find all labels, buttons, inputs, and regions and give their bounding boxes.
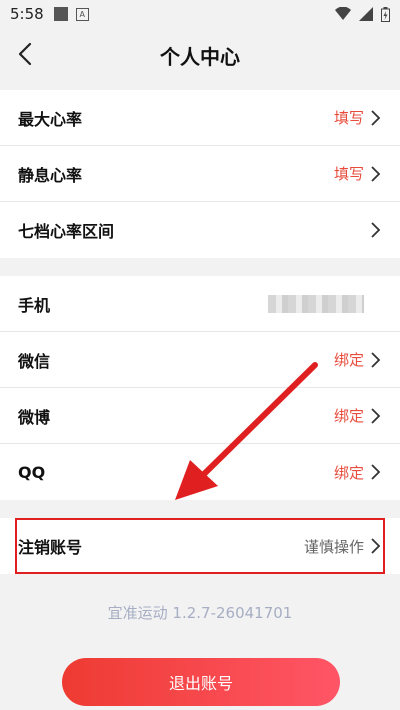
notification-icon <box>53 7 68 21</box>
app-notification-icon: A <box>75 7 89 21</box>
chevron-right-icon <box>371 538 381 554</box>
row-value: 谨慎操作 <box>303 537 364 556</box>
annotation-arrow-icon <box>175 362 318 500</box>
signal-icon <box>359 7 373 21</box>
row-value: 填写 <box>333 165 364 183</box>
page-title: 个人中心 <box>160 44 240 69</box>
row-max-heart-rate[interactable]: 最大心率 填写 <box>0 90 400 146</box>
row-label: 七档心率区间 <box>18 222 115 241</box>
row-value: 绑定 <box>333 463 364 482</box>
cancel-account-group: 注销账号 谨慎操作 <box>0 518 400 574</box>
status-time: 5:58 <box>10 5 44 23</box>
app-version: 宜准运动 1.2.7-26041701 <box>107 604 293 622</box>
row-heart-rate-zones[interactable]: 七档心率区间 <box>0 202 400 258</box>
chevron-right-icon <box>371 109 381 126</box>
row-value: 绑定 <box>333 407 364 425</box>
status-bar: 5:58 A <box>0 0 400 28</box>
phone-number-redacted <box>268 294 364 313</box>
row-label: 微博 <box>18 407 51 427</box>
chevron-right-icon <box>371 351 381 368</box>
heart-rate-group: 最大心率 填写 静息心率 填写 七档心率区间 <box>0 90 400 258</box>
chevron-right-icon <box>371 222 381 238</box>
row-phone[interactable]: 手机 <box>0 276 400 332</box>
row-label: 微信 <box>18 351 51 371</box>
wifi-icon <box>335 7 351 20</box>
row-label: 静息心率 <box>18 165 83 185</box>
row-label: QQ <box>18 462 46 482</box>
chevron-right-icon <box>371 464 381 480</box>
row-value: 填写 <box>333 109 364 127</box>
back-arrow-icon[interactable] <box>12 40 40 68</box>
row-label: 注销账号 <box>18 538 83 557</box>
logout-button[interactable]: 退出账号 <box>62 658 340 706</box>
row-cancel-account[interactable]: 注销账号 谨慎操作 <box>0 518 400 574</box>
row-resting-heart-rate[interactable]: 静息心率 填写 <box>0 146 400 202</box>
row-label: 手机 <box>18 295 51 315</box>
battery-icon <box>381 6 390 22</box>
row-value: 绑定 <box>333 351 364 369</box>
header: 个人中心 <box>0 28 400 82</box>
chevron-right-icon <box>371 407 381 424</box>
row-label: 最大心率 <box>18 109 83 129</box>
chevron-right-icon <box>371 165 381 182</box>
